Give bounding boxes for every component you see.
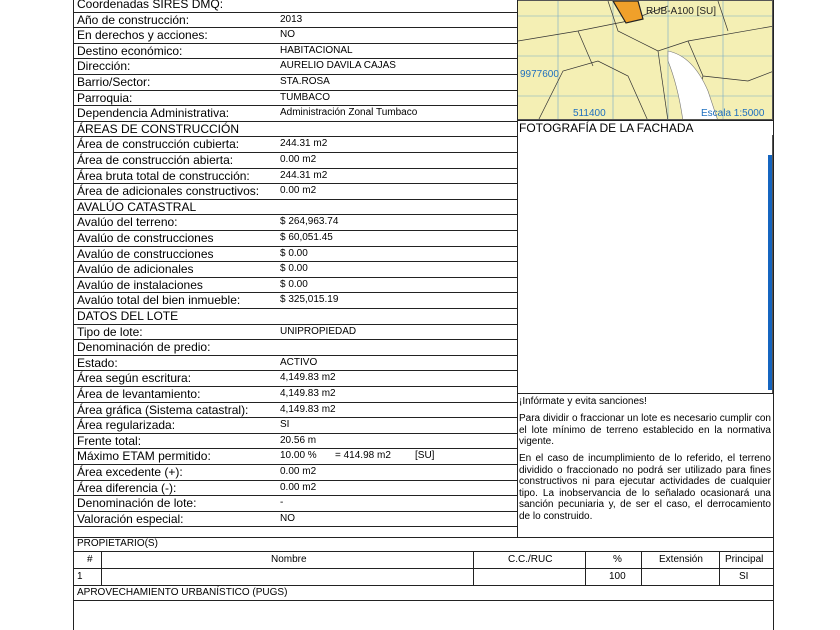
info-label-7: Dependencia Administrativa: bbox=[77, 106, 230, 120]
valuation-value-3: $ 0.00 bbox=[280, 263, 308, 274]
construction-section-title: ÁREAS DE CONSTRUCCIÓN bbox=[77, 122, 240, 136]
valuation-label-4: Avalúo de instalaciones bbox=[77, 278, 203, 292]
valuation-label-0: Avalúo del terreno: bbox=[77, 215, 178, 229]
map-zone-label: RUB-A100 [SU] bbox=[646, 6, 717, 17]
lot-value-6: SI bbox=[280, 419, 290, 430]
info-value-1: 2013 bbox=[280, 14, 303, 25]
lot-value-3: 4,149.83 m2 bbox=[280, 372, 336, 383]
lot-label-9: Área excedente (+): bbox=[77, 465, 183, 479]
lot-label-5: Área gráfica (Sistema catastral): bbox=[77, 403, 249, 417]
info-value-3: HABITACIONAL bbox=[280, 45, 353, 56]
lot-value-11: - bbox=[280, 497, 284, 508]
info-value-7: Administración Zonal Tumbaco bbox=[280, 107, 418, 118]
lot-value-0: UNIPROPIEDAD bbox=[280, 326, 357, 337]
lot-label-1: Denominación de predio: bbox=[77, 340, 211, 354]
map-scale-label: Escala 1:5000 bbox=[701, 108, 765, 119]
construction-label-1: Área de construcción abierta: bbox=[77, 153, 234, 167]
info-label-1: Año de construcción: bbox=[77, 13, 190, 27]
owner-row-percent: 100 bbox=[609, 571, 626, 582]
valuation-section-title: AVALÚO CATASTRAL bbox=[77, 200, 197, 214]
info-value-2: NO bbox=[280, 29, 295, 40]
map-drawing bbox=[518, 1, 772, 119]
owners-header-percent: % bbox=[613, 554, 622, 565]
facade-photo-redacted bbox=[517, 135, 773, 393]
cadastral-map: RUB-A100 [SU] 9977600 511400 Escala 1:50… bbox=[517, 0, 773, 120]
valuation-value-0: $ 264,963.74 bbox=[280, 216, 339, 227]
info-value-4: AURELIO DAVILA CAJAS bbox=[280, 60, 396, 71]
lot-label-2: Estado: bbox=[77, 356, 118, 370]
info-label-6: Parroquia: bbox=[77, 91, 133, 105]
lot-label-7: Frente total: bbox=[77, 434, 142, 448]
lot-section-title: DATOS DEL LOTE bbox=[77, 309, 179, 323]
lot-label-0: Tipo de lote: bbox=[77, 325, 143, 339]
valuation-label-1: Avalúo de construcciones bbox=[77, 231, 214, 245]
photo-edge-strip bbox=[768, 155, 772, 390]
owners-header-extension: Extensión bbox=[659, 554, 703, 565]
lot-label-4: Área de levantamiento: bbox=[77, 387, 201, 401]
owners-section-title: PROPIETARIO(S) bbox=[77, 538, 158, 549]
owners-header-id: C.C./RUC bbox=[508, 554, 553, 565]
lot-value-9: 0.00 m2 bbox=[280, 466, 317, 477]
lot-label-10: Área diferencia (-): bbox=[77, 481, 177, 495]
info-label-2: En derechos y acciones: bbox=[77, 28, 208, 42]
construction-label-2: Área bruta total de construcción: bbox=[77, 169, 250, 183]
lot-label-12: Valoración especial: bbox=[77, 512, 184, 526]
lot-value-4: 4,149.83 m2 bbox=[280, 388, 336, 399]
notice-paragraph-2: En el caso de incumplimiento de lo refer… bbox=[519, 453, 771, 522]
map-x-coordinate: 511400 bbox=[573, 108, 606, 119]
info-value-5: STA.ROSA bbox=[280, 76, 330, 87]
construction-label-0: Área de construcción cubierta: bbox=[77, 137, 240, 151]
lot-value-12: NO bbox=[280, 513, 295, 524]
etam-zone-value: [SU] bbox=[415, 450, 435, 461]
valuation-label-2: Avalúo de construcciones bbox=[77, 247, 214, 261]
valuation-value-2: $ 0.00 bbox=[280, 248, 308, 259]
map-y-coordinate: 9977600 bbox=[520, 69, 559, 80]
construction-value-3: 0.00 m2 bbox=[280, 185, 317, 196]
lot-value-10: 0.00 m2 bbox=[280, 482, 317, 493]
info-label-5: Barrio/Sector: bbox=[77, 75, 151, 89]
owners-header-name: Nombre bbox=[271, 554, 307, 565]
construction-label-3: Área de adicionales constructivos: bbox=[77, 184, 260, 198]
owner-row-number: 1 bbox=[77, 571, 83, 582]
lot-label-11: Denominación de lote: bbox=[77, 496, 197, 510]
owner-row-principal: SI bbox=[739, 571, 749, 582]
info-label-3: Destino económico: bbox=[77, 44, 183, 58]
pugs-section-title: APROVECHAMIENTO URBANÍSTICO (PUGS) bbox=[77, 587, 288, 598]
lot-label-3: Área según escritura: bbox=[77, 371, 192, 385]
notice-heading: ¡Infórmate y evita sanciones! bbox=[519, 396, 647, 407]
valuation-label-5: Avalúo total del bien inmueble: bbox=[77, 293, 241, 307]
lot-label-8: Máximo ETAM permitido: bbox=[77, 449, 211, 463]
lot-value-8: 10.00 % bbox=[280, 450, 317, 461]
lot-value-7: 20.56 m bbox=[280, 435, 317, 446]
lot-label-6: Área regularizada: bbox=[77, 418, 176, 432]
lot-value-5: 4,149.83 m2 bbox=[280, 404, 336, 415]
info-label-4: Dirección: bbox=[77, 59, 131, 73]
etam-area-value: = 414.98 m2 bbox=[335, 450, 391, 461]
owners-header-number: # bbox=[87, 554, 93, 565]
info-label-0: Coordenadas SIRES DMQ: bbox=[77, 0, 224, 11]
construction-value-1: 0.00 m2 bbox=[280, 154, 317, 165]
owners-header-principal: Principal bbox=[725, 554, 764, 565]
info-value-6: TUMBACO bbox=[280, 92, 330, 103]
lot-value-2: ACTIVO bbox=[280, 357, 318, 368]
valuation-label-3: Avalúo de adicionales bbox=[77, 262, 194, 276]
construction-value-0: 244.31 m2 bbox=[280, 138, 328, 149]
construction-value-2: 244.31 m2 bbox=[280, 170, 328, 181]
valuation-value-5: $ 325,015.19 bbox=[280, 294, 339, 305]
valuation-value-4: $ 0.00 bbox=[280, 279, 308, 290]
valuation-value-1: $ 60,051.45 bbox=[280, 232, 333, 243]
notice-paragraph-1: Para dividir o fraccionar un lote es nec… bbox=[519, 413, 771, 448]
photo-title: FOTOGRAFÍA DE LA FACHADA bbox=[519, 121, 694, 135]
